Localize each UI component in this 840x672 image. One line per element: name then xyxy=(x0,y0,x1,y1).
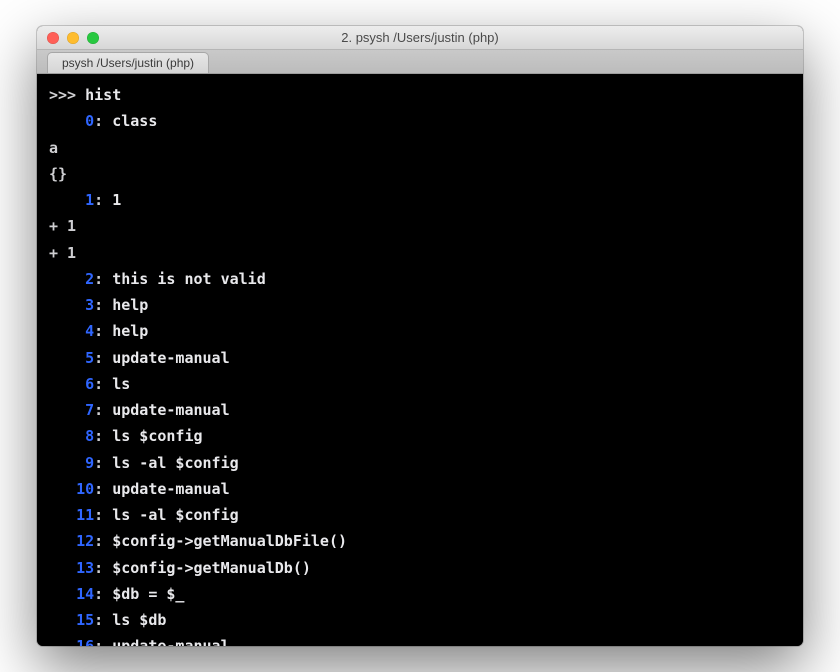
history-entry: 8: ls $config xyxy=(49,423,791,449)
zoom-icon[interactable] xyxy=(87,32,99,44)
prompt-line: >>> hist xyxy=(49,82,791,108)
history-entry: 6: ls xyxy=(49,371,791,397)
close-icon[interactable] xyxy=(47,32,59,44)
history-entry: 14: $db = $_ xyxy=(49,581,791,607)
history-entry: 4: help xyxy=(49,318,791,344)
history-entry: 0: class xyxy=(49,108,791,134)
titlebar[interactable]: 2. psysh /Users/justin (php) xyxy=(37,26,803,50)
history-entry: 15: ls $db xyxy=(49,607,791,633)
prompt: >>> xyxy=(49,86,85,104)
history-entry: 3: help xyxy=(49,292,791,318)
tabbar: psysh /Users/justin (php) xyxy=(37,50,803,74)
history-entry: 10: update-manual xyxy=(49,476,791,502)
terminal-output[interactable]: >>> hist 0: classa{} 1: 1+ 1+ 1 2: this … xyxy=(37,74,803,646)
history-entry: 2: this is not valid xyxy=(49,266,791,292)
command: hist xyxy=(85,86,121,104)
history-entry: 16: update-manual xyxy=(49,633,791,646)
output-line: a xyxy=(49,135,791,161)
tab-label: psysh /Users/justin (php) xyxy=(62,56,194,70)
terminal-window: 2. psysh /Users/justin (php) psysh /User… xyxy=(37,26,803,646)
minimize-icon[interactable] xyxy=(67,32,79,44)
output-line: + 1 xyxy=(49,240,791,266)
tab-psysh[interactable]: psysh /Users/justin (php) xyxy=(47,52,209,73)
history-entry: 1: 1 xyxy=(49,187,791,213)
history-entry: 9: ls -al $config xyxy=(49,450,791,476)
history-entry: 11: ls -al $config xyxy=(49,502,791,528)
history-entry: 12: $config->getManualDbFile() xyxy=(49,528,791,554)
output-line: {} xyxy=(49,161,791,187)
history-entry: 7: update-manual xyxy=(49,397,791,423)
history-entry: 5: update-manual xyxy=(49,345,791,371)
history-entry: 13: $config->getManualDb() xyxy=(49,555,791,581)
window-title: 2. psysh /Users/justin (php) xyxy=(37,30,803,45)
output-line: + 1 xyxy=(49,213,791,239)
traffic-lights xyxy=(47,32,99,44)
